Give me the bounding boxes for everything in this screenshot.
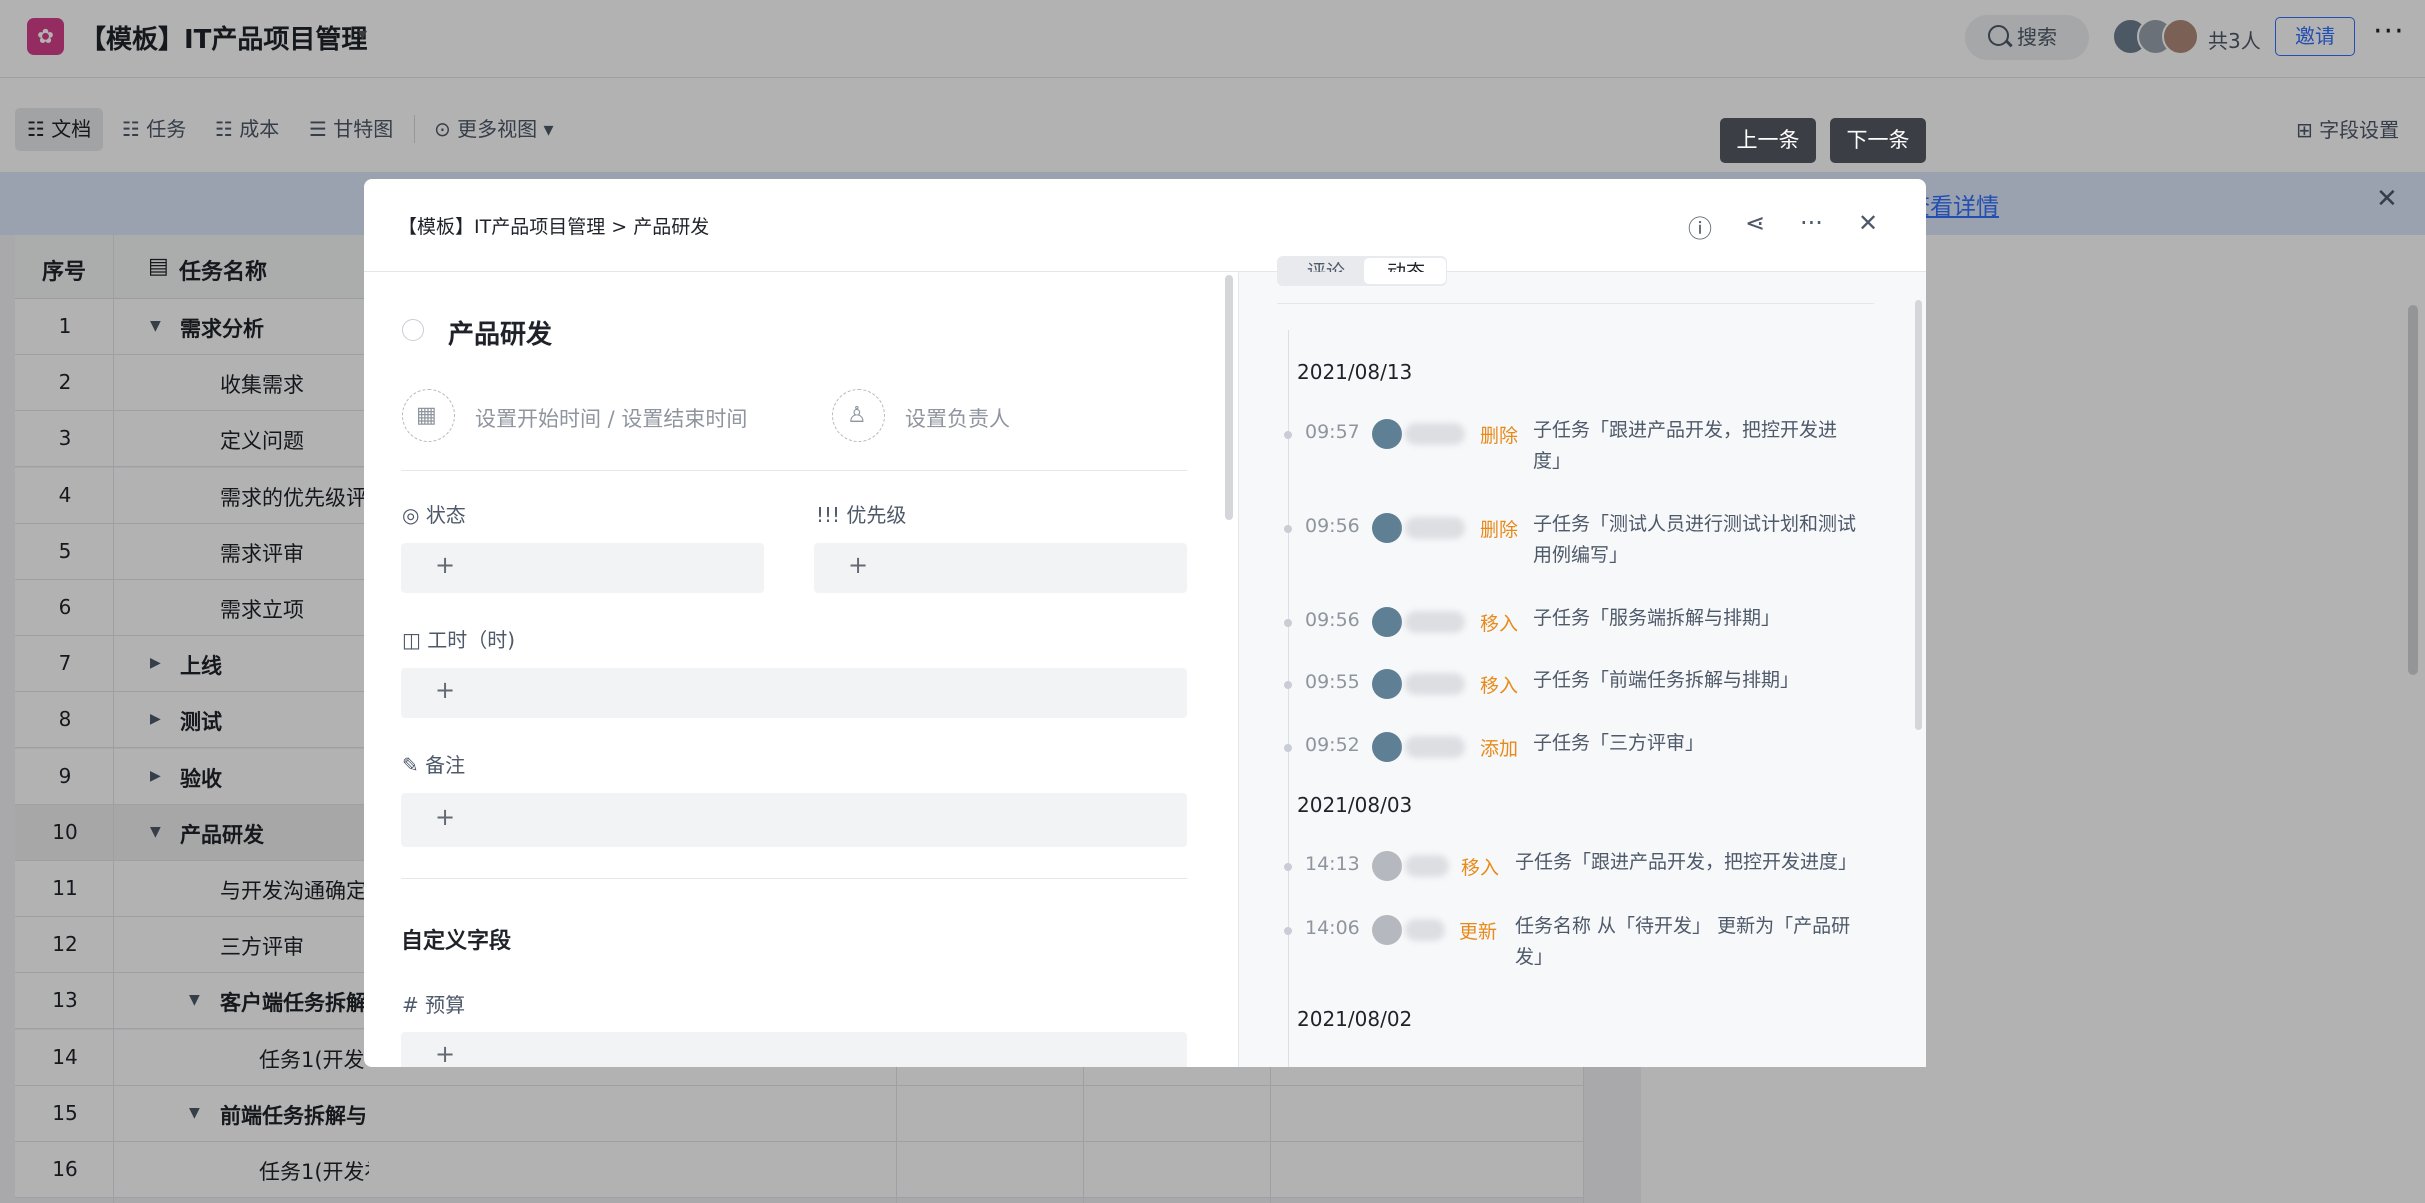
plus-icon: + xyxy=(435,551,456,579)
activity-action: 移入 xyxy=(1480,675,1519,697)
plus-icon: + xyxy=(435,676,456,704)
user-name-redacted xyxy=(1405,736,1465,758)
task-title[interactable]: 产品研发 xyxy=(448,314,552,351)
activity-description: 子任务「跟进产品开发，把控开发进度」 xyxy=(1515,851,1858,873)
avatar[interactable] xyxy=(1372,915,1402,945)
tab-comments[interactable]: 评论 xyxy=(1307,255,1345,272)
divider xyxy=(401,470,1187,471)
user-name-redacted xyxy=(1405,673,1465,695)
user-name-redacted xyxy=(1405,517,1465,539)
timeline-dot xyxy=(1284,431,1292,439)
activity-description: 子任务「服务端拆解与排期」 xyxy=(1533,607,1781,629)
hours-field[interactable] xyxy=(401,668,1187,718)
time-field[interactable]: 设置开始时间 / 设置结束时间 xyxy=(475,403,747,433)
activity-date: 2021/08/13 xyxy=(1297,360,1413,384)
activity-action: 移入 xyxy=(1461,857,1500,879)
avatar[interactable] xyxy=(1372,513,1402,543)
share-icon[interactable]: ⋖ xyxy=(1745,209,1765,237)
prev-button[interactable]: 上一条 xyxy=(1720,118,1816,163)
note-field[interactable] xyxy=(401,793,1187,847)
avatar[interactable] xyxy=(1372,732,1402,762)
plus-icon: + xyxy=(435,803,456,831)
activity-time: 14:13 xyxy=(1305,853,1360,875)
status-field[interactable] xyxy=(401,543,764,593)
activity-description: 子任务「前端任务拆解与排期」 xyxy=(1533,669,1800,691)
close-icon[interactable]: ✕ xyxy=(1858,209,1878,237)
avatar[interactable] xyxy=(1372,851,1402,881)
activity-description: 任务名称 从「待开发」 更新为「产品研发」 xyxy=(1515,915,1851,968)
activity-action: 更新 xyxy=(1459,921,1498,943)
activity-date: 2021/08/02 xyxy=(1297,1007,1413,1031)
activity-time: 09:56 xyxy=(1305,609,1360,631)
budget-label: # 预算 xyxy=(402,993,466,1017)
activity-time: 09:57 xyxy=(1305,421,1360,443)
activity-action: 添加 xyxy=(1480,738,1519,760)
activity-time: 09:56 xyxy=(1305,515,1360,537)
activity-time: 09:52 xyxy=(1305,734,1360,756)
hours-label: ◫ 工时（时) xyxy=(402,628,516,652)
priority-icon: !!! xyxy=(816,503,841,527)
tab-activity[interactable]: 动态 xyxy=(1387,255,1425,272)
scrollbar[interactable] xyxy=(1915,300,1922,730)
calendar-glyph: ▦ xyxy=(416,403,437,428)
next-button[interactable]: 下一条 xyxy=(1830,118,1926,163)
complete-checkbox[interactable] xyxy=(402,319,424,341)
avatar[interactable] xyxy=(1372,607,1402,637)
info-icon[interactable]: ⓘ xyxy=(1688,209,1712,244)
assignee-field[interactable]: 设置负责人 xyxy=(905,403,1010,433)
status-label: ◎ 状态 xyxy=(402,503,466,527)
check-circle-icon: ◎ xyxy=(402,503,426,527)
timeline-dot xyxy=(1284,744,1292,752)
plus-icon: + xyxy=(435,1040,456,1068)
divider xyxy=(1277,303,1874,304)
activity-description: 子任务「跟进产品开发，把控开发进度」 xyxy=(1533,419,1838,472)
divider xyxy=(401,878,1187,879)
timeline-dot xyxy=(1284,927,1292,935)
hash-icon: # xyxy=(402,993,426,1017)
note-icon: ✎ xyxy=(402,753,426,777)
custom-fields-title: 自定义字段 xyxy=(401,929,512,954)
user-name-redacted xyxy=(1405,919,1445,941)
timeline-dot xyxy=(1284,525,1292,533)
person-glyph: ♙ xyxy=(847,403,867,428)
activity-action: 删除 xyxy=(1480,425,1519,447)
more-icon[interactable]: ··· xyxy=(1800,209,1823,237)
activity-date: 2021/08/03 xyxy=(1297,793,1413,817)
activity-description: 子任务「测试人员进行测试计划和测试用例编写」 xyxy=(1533,513,1857,566)
avatar[interactable] xyxy=(1372,419,1402,449)
scrollbar[interactable] xyxy=(1225,275,1233,520)
timeline-dot xyxy=(1284,619,1292,627)
timeline-dot xyxy=(1284,681,1292,689)
timer-icon: ◫ xyxy=(402,628,428,652)
budget-field[interactable] xyxy=(401,1032,1187,1067)
timeline-dot xyxy=(1284,863,1292,871)
timeline-line xyxy=(1288,330,1289,1067)
activity-time: 09:55 xyxy=(1305,671,1360,693)
plus-icon: + xyxy=(848,551,869,579)
breadcrumb[interactable]: 【模板】IT产品项目管理 > 产品研发 xyxy=(398,212,709,239)
activity-time: 14:06 xyxy=(1305,917,1360,939)
user-name-redacted xyxy=(1405,423,1465,445)
note-label: ✎ 备注 xyxy=(402,753,466,777)
avatar[interactable] xyxy=(1372,669,1402,699)
user-name-redacted xyxy=(1405,855,1449,877)
activity-description: 子任务「三方评审」 xyxy=(1533,732,1705,754)
priority-label: !!! 优先级 xyxy=(816,503,907,527)
activity-action: 删除 xyxy=(1480,519,1519,541)
activity-action: 移入 xyxy=(1480,613,1519,635)
priority-field[interactable] xyxy=(814,543,1187,593)
user-name-redacted xyxy=(1405,611,1465,633)
